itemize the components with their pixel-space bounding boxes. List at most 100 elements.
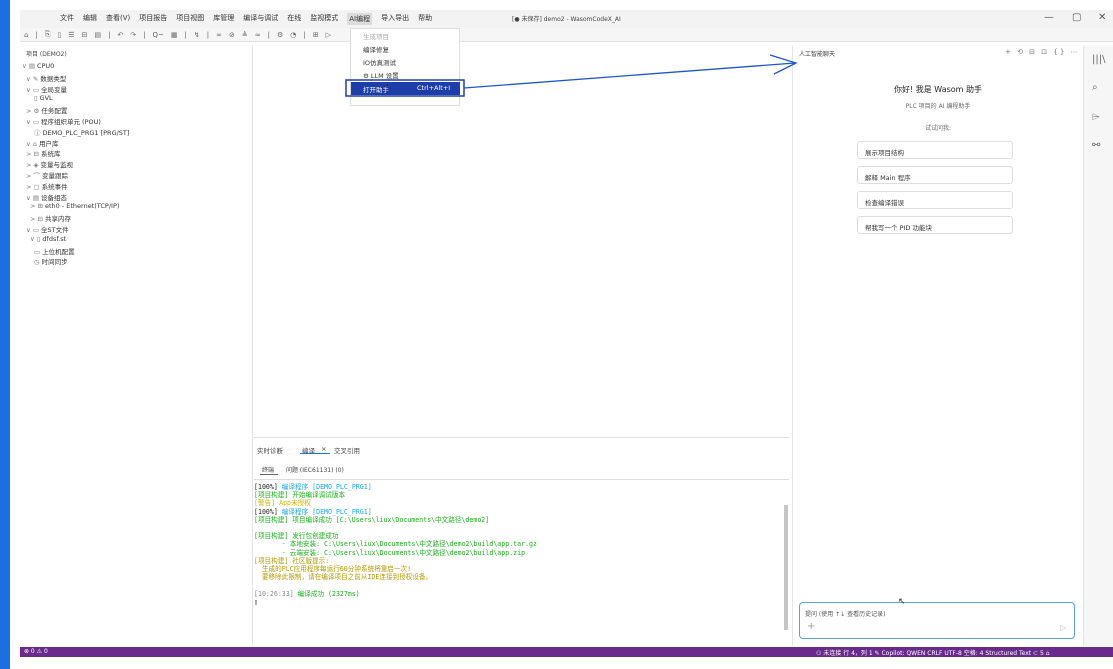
menu-6[interactable]: 编译与调试 (243, 13, 278, 25)
toolbar-icon[interactable]: Q~ (153, 31, 164, 39)
tree-item[interactable]: > ▢ 系统事件 (26, 181, 68, 191)
chat-input[interactable]: 提问 (使用 ↑↓ 查看历史记录) + ▷ ↖ (799, 597, 1075, 639)
tree-item[interactable]: ∨ ⌂ 用户库 (26, 138, 58, 148)
toolbar-icon[interactable]: ☰ (68, 31, 74, 39)
hand-cursor-icon: ☝ (383, 83, 390, 94)
editor-area[interactable] (254, 46, 789, 436)
close-button[interactable]: ✕ (1098, 12, 1106, 23)
project-tree-title: 项目 (DEMO2) (26, 51, 67, 58)
toolbar-icon[interactable]: ∞ (216, 31, 222, 39)
toolbar-separator: | (303, 30, 306, 39)
tree-item[interactable]: > ⌒ 变量跟踪 (26, 170, 68, 180)
tree-item[interactable]: ⓙ DEMO_PLC_PRG1 [PRG/ST] (34, 127, 129, 137)
tree-item[interactable]: ∨ ▭ 全ST文件 (26, 224, 69, 234)
toolbar-icon[interactable]: ◔ (290, 31, 296, 39)
tree-item[interactable]: ∨ ▤ 设备组态 (26, 192, 67, 202)
tree-item[interactable]: > ⊟ 系统库 (26, 148, 60, 158)
tree-item[interactable]: ∨ ▭ 全局变量 (26, 84, 67, 94)
toolbar-icon[interactable]: ↶ (117, 31, 123, 39)
suggestion-explain-main[interactable]: 解释 Main 程序 (857, 166, 1013, 184)
close-tab-icon[interactable]: × (321, 445, 326, 453)
toolbar-icon[interactable]: ▯ (57, 31, 61, 39)
tree-item-icon: ∨ ▭ (26, 226, 39, 234)
console-line-text: [项目构建] 项目编译成功 [C:\Users\liux\Documents\中… (254, 515, 490, 524)
subtab-problems[interactable]: 问题 (IEC61131) (0) (286, 465, 344, 474)
menu-9[interactable]: AI编程 (347, 13, 373, 25)
tree-item-icon: ∨ ▯ (30, 234, 41, 243)
menu-8[interactable]: 监视模式 (310, 13, 338, 25)
toolbar-icon[interactable]: ▷ (326, 31, 331, 39)
toolbar-icon[interactable]: ⊘ (229, 31, 235, 39)
toolbar-icon[interactable]: ↷ (130, 31, 136, 39)
app-window: 文件 编辑 查看(V) 项目报告 项目视图 库管理 编译与调试 在线 监视模式 AI编程 导入导出帮… (0, 0, 1113, 669)
tree-item[interactable]: ▯ GVL (34, 94, 53, 102)
tree-item-label: CPU0 (36, 62, 55, 70)
suggestion-write-pid[interactable]: 帮我写一个 PID 功能块 (857, 216, 1013, 234)
terminal-output[interactable]: [100%] 编译程序 [DEMO_PLC_PRG1] [项目构建] 开始编译调试… (254, 479, 789, 647)
tree-item-label: GVL (39, 94, 53, 103)
toolbar-icon[interactable]: ≜ (242, 31, 248, 39)
menu-3[interactable]: 项目报告 (139, 13, 167, 25)
tree-item[interactable]: > ⊞ eth0 - Ethernet(TCP/IP) (30, 202, 119, 210)
console-line: [项目构建] 项目编译成功 [C:\Users\liux\Documents\中… (254, 516, 489, 524)
subtab-terminal[interactable]: 终端 (262, 465, 274, 474)
problems-count[interactable]: ⊗ 0 ⚠ 0 (24, 648, 48, 655)
tab-cross-reference[interactable]: 交叉引用 (334, 445, 360, 455)
toolbar-icon[interactable]: ⌂ (24, 31, 28, 39)
menu-item-compile-fix[interactable]: 编译修复 (363, 44, 389, 54)
maximize-button[interactable]: ▢ (1072, 12, 1081, 23)
toolbar-icon[interactable]: ⊟ (82, 31, 88, 39)
menu-1[interactable]: 编辑 (83, 13, 97, 25)
chat-icon[interactable]: ⌕ (1092, 82, 1098, 93)
menu-item-io-sim-test[interactable]: IO仿真测试 (363, 57, 396, 67)
suggestion-check-errors[interactable]: 检查编译错误 (857, 191, 1013, 209)
menu-item-generate-project[interactable]: 生成项目 (363, 31, 389, 41)
menu-11[interactable]: 帮助 (418, 13, 432, 25)
tree-item[interactable]: ∨ ▤ CPU0 (22, 62, 54, 70)
tree-item[interactable]: > ⊟ 共享内存 (30, 213, 71, 223)
chat-actions-icons[interactable]: + ⟲ ⊟ ⊡ {} ⋯ (1005, 48, 1080, 56)
status-info[interactable]: ⚇ 未连接 行 4，列 1 ✎ Copilot: QWEN CRLF UTF-8… (816, 648, 1050, 657)
attach-plus-icon[interactable]: + (807, 621, 815, 632)
tree-item-label: 变量与监视 (40, 161, 74, 170)
active-subtab-indicator (260, 474, 278, 475)
toolbar-icon[interactable]: ⊞ (313, 31, 319, 39)
menu-item-llm-settings[interactable]: ⚙ LLM 设置 (363, 70, 399, 80)
terminal-scrollbar[interactable] (784, 505, 788, 630)
tree-item[interactable]: ∨ ✎ 数据类型 (26, 73, 66, 83)
menu-5[interactable]: 库管理 (213, 13, 234, 25)
toolbar: ⌂ | ⎘ ▯ ☰ ⊟ ▤ | ↶ ↷ | Q~ ▦ | ↯ | ∞ ⊘ ≜ ≈ | ⚙ ◔ | ⊞ ▷ (20, 28, 1113, 42)
toolbar-icon[interactable]: ▦ (171, 31, 178, 39)
library-icon[interactable]: |||\ (1092, 54, 1105, 65)
suggestion-show-structure[interactable]: 展示项目结构 (857, 141, 1013, 159)
menu-0[interactable]: 文件 (60, 13, 74, 25)
tree-item-icon: ∨ ▤ (26, 193, 39, 202)
console-line: [100%] 编译程序 [DEMO_PLC_PRG1] (254, 483, 372, 491)
menu-item-open-assistant[interactable]: 打开助手 Ctrl+Alt+I (351, 82, 460, 95)
tree-item[interactable]: ∨ ▭ 程序组织单元 (POU) (26, 116, 101, 126)
menu-2[interactable]: 查看(V) (106, 13, 130, 25)
menu-10[interactable]: 导入导出 (381, 13, 409, 25)
tree-item[interactable]: ◷ 时间同步 (34, 256, 68, 266)
bottom-panel: 实时诊断 编译 × 交叉引用 终端 问题 (IEC61131) (0) [100… (254, 437, 789, 646)
tree-item-label: eth0 - Ethernet(TCP/IP) (44, 202, 120, 211)
toolbar-icon[interactable]: ⚙ (277, 31, 283, 39)
tree-item-icon: ∨ ▭ (26, 118, 39, 126)
toolbar-icon[interactable]: ⎘ (45, 30, 51, 39)
send-icon[interactable]: ▷ (1060, 623, 1066, 632)
toolbar-icon[interactable]: ↯ (194, 31, 200, 39)
toolbar-icon[interactable]: ▤ (94, 31, 101, 39)
tree-item[interactable]: ∨ ▯ dfdsf.st (30, 235, 66, 243)
toolbar-icon[interactable]: ≈ (255, 31, 261, 39)
menu-4[interactable]: 项目视图 (176, 13, 204, 25)
tab-realtime-diagnostics[interactable]: 实时诊断 (257, 445, 283, 455)
tree-item-label: 全ST文件 (40, 226, 69, 234)
tree-item[interactable]: > ⚙ 任务配置 (26, 105, 67, 115)
send-panel-icon[interactable]: ⌲ (1092, 112, 1100, 123)
minimize-button[interactable]: — (1044, 12, 1054, 23)
tree-item[interactable]: > ◈ 变量与监视 (26, 159, 73, 169)
tree-item[interactable]: ▭ 上位机配置 (34, 246, 75, 256)
menu-7[interactable]: 在线 (287, 13, 301, 25)
chat-subtitle: PLC 项目的 AI 编程助手 (905, 103, 971, 110)
connection-icon[interactable]: ⚯ (1092, 140, 1100, 151)
